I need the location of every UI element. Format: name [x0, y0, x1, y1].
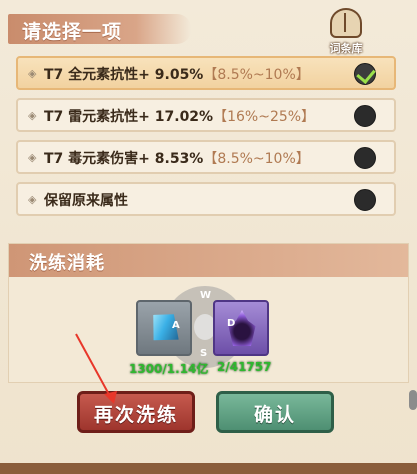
arrow-line — [75, 333, 113, 401]
annotation-arrow — [75, 333, 117, 404]
arrow-head — [104, 391, 117, 404]
side-handle[interactable] — [409, 390, 417, 410]
bottom-bar — [0, 463, 417, 474]
